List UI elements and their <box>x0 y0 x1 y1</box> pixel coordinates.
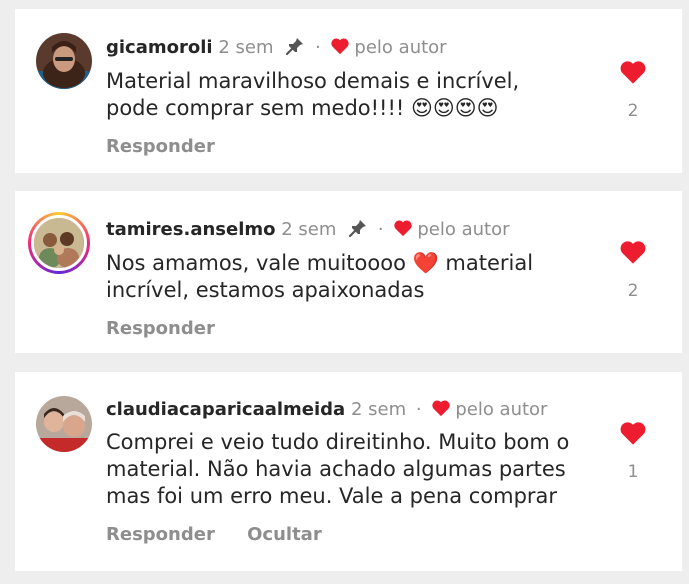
reply-button[interactable]: Responder <box>106 318 215 339</box>
comment-header: tamires.anselmo 2 sem · pelo autor <box>106 218 576 244</box>
comment-actions: Responder <box>106 318 576 339</box>
heart-icon <box>431 399 451 423</box>
timestamp: 2 sem <box>218 37 274 58</box>
timestamp: 2 sem <box>281 219 337 240</box>
comment-body: gicamoroli 2 sem · pelo autor Material m… <box>106 36 576 157</box>
liked-by-author-label: pelo autor <box>417 219 510 240</box>
avatar[interactable] <box>36 396 92 452</box>
comment-text: Nos amamos, vale muitoooo ❤️ material in… <box>106 251 534 302</box>
comment-actions: Responder <box>106 136 576 157</box>
separator-dot: · <box>377 219 384 240</box>
username[interactable]: tamires.anselmo <box>106 219 276 240</box>
hide-button[interactable]: Ocultar <box>247 524 322 545</box>
like-column: 2 <box>618 239 648 301</box>
like-count[interactable]: 2 <box>618 281 648 301</box>
like-heart-icon[interactable] <box>618 420 648 450</box>
like-count[interactable]: 1 <box>618 462 648 482</box>
username[interactable]: claudiacaparicaalmeida <box>106 399 345 420</box>
comment-body: tamires.anselmo 2 sem · pelo autor Nos a… <box>106 218 576 339</box>
like-column: 1 <box>618 420 648 482</box>
username[interactable]: gicamoroli <box>106 37 213 58</box>
like-heart-icon[interactable] <box>618 59 648 89</box>
like-column: 2 <box>618 59 648 121</box>
comment-actions: Responder Ocultar <box>106 524 576 545</box>
comment-text: Comprei e veio tudo direitinho. Muito bo… <box>106 430 570 508</box>
like-heart-icon[interactable] <box>618 239 648 269</box>
like-count[interactable]: 2 <box>618 101 648 121</box>
reply-button[interactable]: Responder <box>106 524 215 545</box>
heart-icon <box>330 37 350 61</box>
heart-icon <box>393 219 413 243</box>
avatar[interactable] <box>36 33 92 89</box>
comment-body: claudiacaparicaalmeida 2 sem · pelo auto… <box>106 399 576 545</box>
separator-dot: · <box>415 399 422 420</box>
comment-card: claudiacaparicaalmeida 2 sem · pelo auto… <box>15 372 682 571</box>
comment-text: Material maravilhoso demais e incrível, … <box>106 69 520 120</box>
comment-card: gicamoroli 2 sem · pelo autor Material m… <box>15 9 682 173</box>
pin-icon <box>348 218 368 244</box>
separator-dot: · <box>314 37 321 58</box>
liked-by-author-label: pelo autor <box>455 399 548 420</box>
avatar[interactable] <box>28 212 90 274</box>
pin-icon <box>285 36 305 62</box>
comment-card: tamires.anselmo 2 sem · pelo autor Nos a… <box>15 191 682 353</box>
comment-header: claudiacaparicaalmeida 2 sem · pelo auto… <box>106 399 576 423</box>
timestamp: 2 sem <box>350 399 407 420</box>
liked-by-author-label: pelo autor <box>354 37 447 58</box>
reply-button[interactable]: Responder <box>106 136 215 157</box>
comment-header: gicamoroli 2 sem · pelo autor <box>106 36 576 62</box>
